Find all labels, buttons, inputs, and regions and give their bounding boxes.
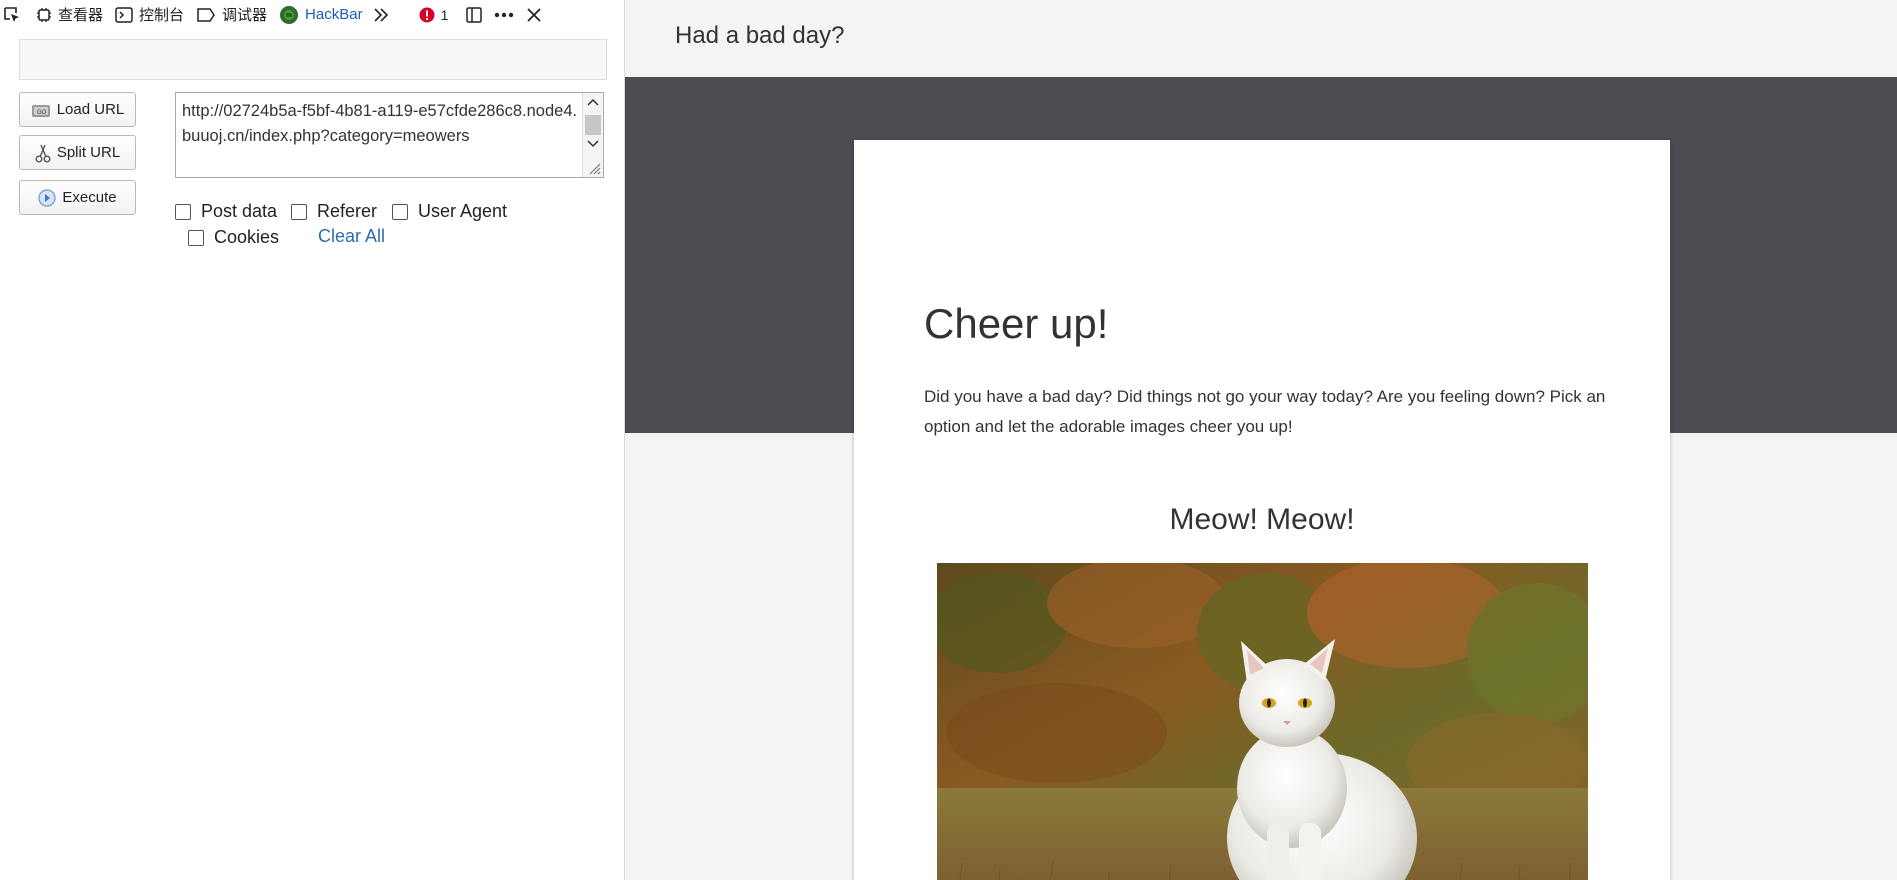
referer-label: Referer — [317, 201, 378, 221]
picture-title: Meow! Meow! — [1169, 503, 1355, 536]
svg-text:GO: GO — [37, 110, 47, 116]
post-data-label: Post data — [201, 201, 278, 221]
hackbar-icon — [280, 5, 299, 24]
load-url-icon: GO — [31, 104, 50, 117]
error-icon — [419, 7, 435, 22]
error-indicator[interactable]: 1 — [399, 0, 457, 29]
tab-hackbar[interactable]: HackBar — [273, 0, 369, 29]
dock-options-button[interactable] — [462, 0, 492, 29]
execute-label: Execute — [62, 189, 117, 206]
clear-all-link[interactable]: Clear All — [318, 226, 385, 247]
tab-console[interactable]: 控制台 — [109, 0, 190, 29]
cookies-option[interactable]: Cookies — [188, 227, 279, 248]
devtools-panel: 查看器 控制台 调试器 HackBar 1 GO Load URL Split … — [0, 0, 625, 880]
execute-button[interactable]: Execute — [19, 180, 136, 215]
url-textarea[interactable]: http://02724b5a-f5bf-4b81-a119-e57cfde28… — [175, 92, 604, 178]
cookies-checkbox[interactable] — [188, 229, 204, 246]
console-icon — [115, 6, 133, 23]
scroll-up-icon — [587, 98, 599, 106]
execute-icon — [38, 188, 56, 207]
tab-debugger-label: 调试器 — [222, 7, 268, 24]
cookies-label: Cookies — [214, 227, 280, 247]
ellipsis-icon — [495, 12, 514, 17]
post-data-option[interactable]: Post data — [175, 201, 277, 222]
tab-inspector-label: 查看器 — [58, 7, 104, 24]
tab-inspector[interactable]: 查看器 — [30, 0, 109, 29]
referer-option[interactable]: Referer — [291, 201, 377, 222]
post-data-checkbox[interactable] — [175, 203, 191, 220]
load-url-button[interactable]: GO Load URL — [19, 92, 136, 127]
load-url-label: Load URL — [56, 101, 125, 118]
user-agent-option[interactable]: User Agent — [392, 201, 507, 222]
url-scroll-thumb[interactable] — [585, 115, 601, 135]
scissors-icon — [35, 144, 51, 162]
cat-photo-image — [937, 563, 1588, 880]
resize-grip-icon[interactable] — [585, 159, 601, 175]
page-heading: Cheer up! — [924, 300, 1109, 347]
tab-debugger[interactable]: 调试器 — [190, 0, 273, 29]
split-url-label: Split URL — [56, 144, 121, 161]
split-url-button[interactable]: Split URL — [19, 135, 136, 170]
web-page: Had a bad day? Cheer up! Did you have a … — [625, 0, 1897, 880]
intro-text: Did you have a bad day? Did things not g… — [924, 387, 1606, 436]
close-devtools-button[interactable] — [522, 0, 552, 29]
cat-photo — [937, 563, 1588, 880]
debugger-icon — [197, 7, 215, 22]
user-agent-checkbox[interactable] — [392, 203, 408, 220]
tab-hackbar-label: HackBar — [305, 6, 363, 23]
inspector-icon — [37, 7, 51, 22]
user-agent-label: User Agent — [418, 201, 508, 221]
content-card: Cheer up! Did you have a bad day? Did th… — [854, 140, 1670, 880]
element-picker-button[interactable] — [0, 0, 30, 29]
site-title[interactable]: Had a bad day? — [675, 22, 844, 50]
url-scrollbar[interactable] — [582, 93, 603, 177]
responsive-design-icon — [466, 6, 483, 23]
devtools-toolbar: 查看器 控制台 调试器 HackBar 1 — [0, 0, 624, 29]
element-picker-icon — [4, 6, 19, 22]
tab-console-label: 控制台 — [139, 7, 185, 24]
options-menu-button[interactable] — [492, 0, 522, 29]
error-count: 1 — [440, 6, 449, 23]
scroll-down-icon — [587, 140, 599, 148]
more-tabs-button[interactable] — [369, 0, 399, 29]
referer-checkbox[interactable] — [291, 203, 307, 220]
close-icon — [527, 7, 542, 22]
double-chevron-right-icon — [374, 7, 388, 22]
url-text: http://02724b5a-f5bf-4b81-a119-e57cfde28… — [182, 102, 578, 145]
hackbar-encoding-bar[interactable] — [19, 39, 607, 80]
